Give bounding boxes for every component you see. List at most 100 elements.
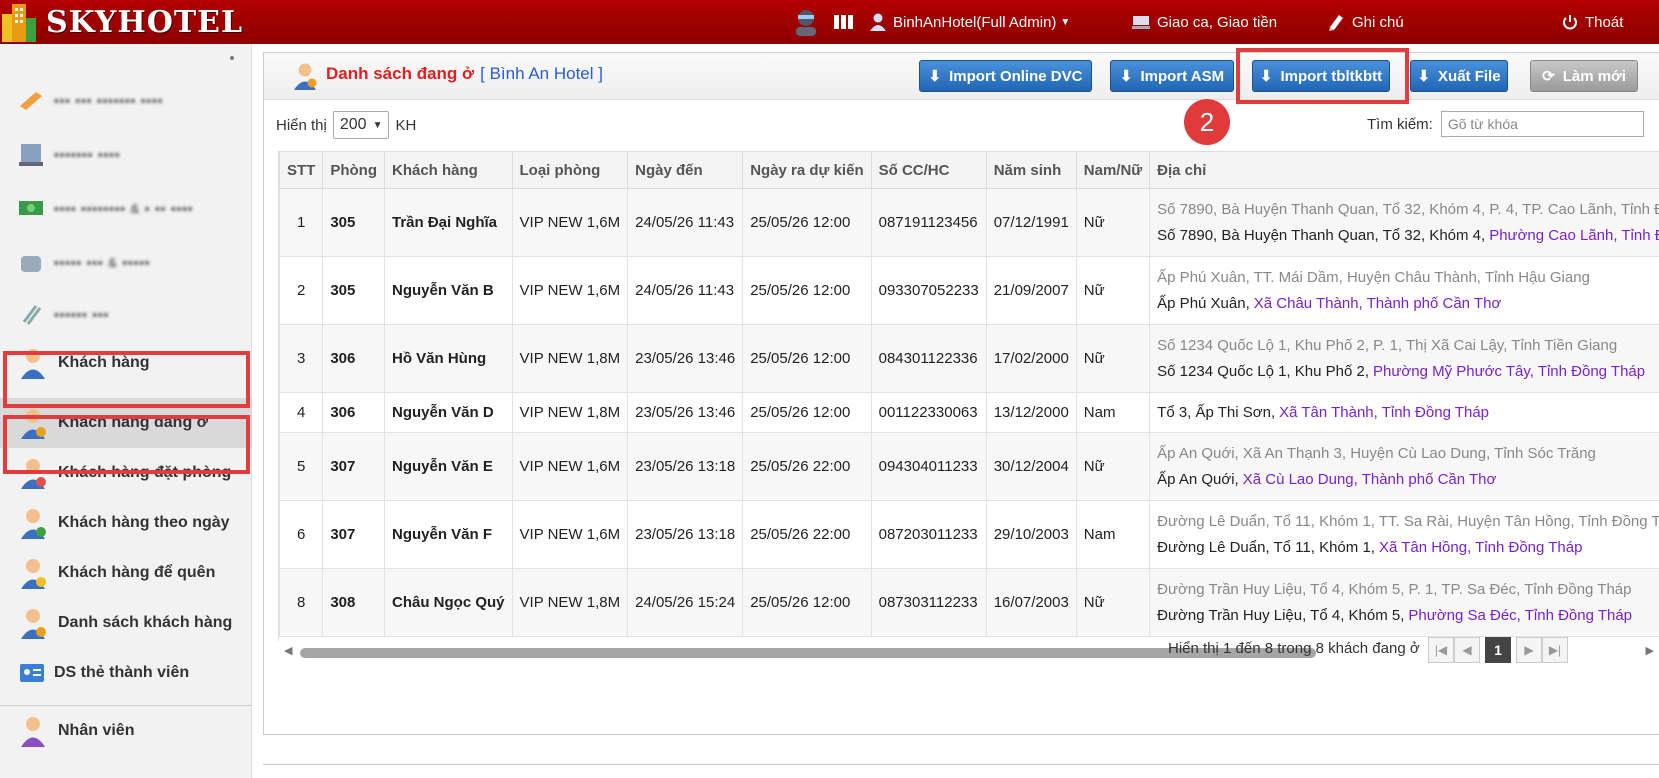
sidebar-item-current-guests[interactable]: Khách hàng đang ở xyxy=(0,398,251,448)
column-header[interactable]: Ngày đến xyxy=(627,151,744,189)
prev-page-icon[interactable]: ◀ xyxy=(1454,637,1480,663)
logout-link[interactable]: Thoát xyxy=(1562,0,1623,44)
export-file-button[interactable]: ⬇ Xuất File xyxy=(1410,60,1508,92)
row-number: 4 xyxy=(279,392,324,433)
refresh-icon: ⟳ xyxy=(1542,68,1555,85)
import-online-dvc-button[interactable]: ⬇ Import Online DVC xyxy=(919,60,1092,92)
departure-date-cell: 25/05/26 12:00 xyxy=(742,188,872,257)
sidebar-item-blurred-3[interactable]: ▪▪▪▪ ▪▪▪▪▪▪▪▪ & ▪ ▪▪ ▪▪▪▪ xyxy=(18,188,193,228)
notes-label: Ghi chú xyxy=(1352,13,1404,31)
table-row[interactable]: 1 305 Trần Đại Nghĩa VIP NEW 1,6M 24/05/26 1… xyxy=(279,188,1659,257)
table-header-row: STT Phòng Khách hàng Loại phòng Ngày đến… xyxy=(279,151,1659,189)
handover-link[interactable]: Giao ca, Giao tiền xyxy=(1132,0,1277,44)
gender-cell: Nữ xyxy=(1075,432,1151,501)
column-header[interactable]: Địa chỉ xyxy=(1149,151,1659,189)
sidebar-item-blurred-2[interactable]: ▪▪▪▪▪▪▪ ▪▪▪▪ xyxy=(18,134,120,174)
address-cell: Đường Trần Huy Liệu, Tổ 4, Khóm 5, P. 1,… xyxy=(1149,568,1659,637)
new-address-admin-unit: Phường Cao Lãnh, Tỉnh Đồng Tháp xyxy=(1489,226,1659,244)
search-input[interactable]: Gõ từ khóa xyxy=(1440,111,1644,137)
table-row[interactable]: 6 307 Nguyễn Văn F VIP NEW 1,6M 23/05/26 13:… xyxy=(279,500,1659,569)
sidebar-item-label: Nhân viên xyxy=(58,722,135,739)
user-menu[interactable]: BinhAnHotel(Full Admin) ▼ xyxy=(870,0,1070,44)
last-page-icon[interactable]: ▶| xyxy=(1542,637,1568,663)
column-header[interactable]: Phòng xyxy=(322,151,385,189)
sidebar-item-by-date[interactable]: Khách hàng theo ngày xyxy=(0,498,251,548)
sidebar-item-blurred-5[interactable]: ▪▪▪▪▪▪ ▪▪▪ xyxy=(18,294,109,334)
birth-date-cell: 13/12/2000 xyxy=(985,392,1077,433)
table-row[interactable]: 5 307 Nguyễn Văn E VIP NEW 1,6M 23/05/26 13:… xyxy=(279,432,1659,501)
sidebar-item-staff[interactable]: Nhân viên xyxy=(0,706,251,756)
table-row[interactable]: 8 308 Châu Ngọc Quý VIP NEW 1,8M 24/05/26 15… xyxy=(279,568,1659,637)
page-size-select[interactable]: 200 ▼ xyxy=(332,111,390,139)
room-cell: 305 xyxy=(322,256,385,325)
download-arrow-icon: ⬇ xyxy=(1119,68,1133,85)
sidebar-item-label: Khách hàng đang ở xyxy=(58,414,209,431)
row-number: 1 xyxy=(279,188,324,257)
id-number-cell: 093307052233 xyxy=(870,256,987,325)
sidebar-item-label: DS thẻ thành viên xyxy=(54,664,190,681)
guest-icon xyxy=(21,409,46,439)
row-number: 8 xyxy=(279,568,324,637)
new-address-street: Đường Trần Huy Liệu, Tổ 4, Khóm 5, xyxy=(1157,606,1405,624)
columns-icon[interactable] xyxy=(834,0,861,44)
table-row[interactable]: 4 306 Nguyễn Văn D VIP NEW 1,8M 23/05/26 13:… xyxy=(279,392,1659,433)
old-address: Số 1234 Quốc Lộ 1, Khu Phố 2, P. 1, Thị … xyxy=(1157,336,1618,354)
new-address-admin-unit: Phường Mỹ Phước Tây, Tỉnh Đồng Tháp xyxy=(1373,362,1646,380)
avatar[interactable] xyxy=(792,0,827,44)
column-header[interactable]: Khách hàng xyxy=(384,151,513,189)
column-header[interactable]: Năm sinh xyxy=(985,151,1077,189)
first-page-icon[interactable]: |◀ xyxy=(1428,637,1454,663)
new-address-street: Đường Lê Duẩn, Tổ 11, Khóm 1, xyxy=(1157,538,1375,556)
hotel-name: [ Bình An Hotel ] xyxy=(480,64,603,83)
arrival-date-cell: 23/05/26 13:18 xyxy=(627,500,744,569)
sidebar-item-customers[interactable]: Khách hàng xyxy=(0,338,251,388)
old-address: Đường Lê Duẩn, Tổ 11, Khóm 1, TT. Sa Rài… xyxy=(1157,512,1659,530)
table-row[interactable]: 2 305 Nguyễn Văn B VIP NEW 1,6M 24/05/26 11:… xyxy=(279,256,1659,325)
page-number-button[interactable]: 1 xyxy=(1485,637,1511,663)
sidebar-item-forgotten[interactable]: Khách hàng để quên xyxy=(0,548,251,598)
sidebar-item-bookings[interactable]: Khách hàng đặt phòng xyxy=(0,448,251,498)
logo[interactable]: SKYHOTEL xyxy=(0,0,243,44)
column-header[interactable]: Số CC/HC xyxy=(870,151,987,189)
guest-table-container[interactable]: STT Phòng Khách hàng Loại phòng Ngày đến… xyxy=(278,151,1659,641)
id-card-icon xyxy=(20,664,44,682)
search-control: Tìm kiếm: Gõ từ khóa xyxy=(1367,111,1644,137)
user-icon xyxy=(870,13,886,31)
sidebar-item-blurred-1[interactable]: ▪▪▪ ▪▪▪ ▪▪▪▪▪▪▪ ▪▪▪▪ xyxy=(18,80,163,120)
room-type-cell: VIP NEW 1,6M xyxy=(511,188,629,257)
refresh-button[interactable]: ⟳ Làm mới xyxy=(1530,60,1638,92)
logout-label: Thoát xyxy=(1585,13,1624,31)
next-page-icon[interactable]: ▶ xyxy=(1516,637,1542,663)
download-arrow-icon: ⬇ xyxy=(1259,68,1273,85)
page-size-control: Hiển thị 200 ▼ KH xyxy=(276,111,416,139)
sidebar-item-member-cards[interactable]: DS thẻ thành viên xyxy=(0,648,251,698)
departure-date-cell: 25/05/26 12:00 xyxy=(742,256,872,325)
room-type-cell: VIP NEW 1,8M xyxy=(511,392,629,433)
sidebar-item-customer-list[interactable]: Danh sách khách hàng xyxy=(0,598,251,648)
scroll-thumb[interactable] xyxy=(300,648,1316,658)
scroll-right-icon[interactable]: ▶ xyxy=(1646,644,1654,657)
table-row[interactable]: 3 306 Hồ Văn Hùng VIP NEW 1,8M 23/05/26 13:4… xyxy=(279,324,1659,393)
room-cell: 307 xyxy=(322,500,385,569)
import-asm-button[interactable]: ⬇ Import ASM xyxy=(1110,60,1234,92)
new-address: Số 7890, Bà Huyện Thanh Quan, Tổ 32, Khó… xyxy=(1157,223,1659,249)
logo-text: SKYHOTEL xyxy=(46,4,244,40)
departure-date-cell: 25/05/26 22:00 xyxy=(742,500,872,569)
notes-link[interactable]: Ghi chú xyxy=(1327,0,1404,44)
sidebar-item-blurred-4[interactable]: ▪▪▪▪▪ ▪▪▪ & ▪▪▪▪▪ xyxy=(18,242,150,282)
scroll-left-icon[interactable]: ◀ xyxy=(284,644,292,657)
column-header[interactable]: Loại phòng xyxy=(511,151,629,189)
column-header[interactable]: Ngày ra dự kiến xyxy=(742,151,872,189)
address-cell: Tổ 3, Ấp Thi Sơn, Xã Tân Thành, Tỉnh Đồng… xyxy=(1149,392,1659,433)
sidebar-item-label: Khách hàng xyxy=(58,354,150,371)
column-header[interactable]: STT xyxy=(279,151,324,189)
id-number-cell: 087203011233 xyxy=(870,500,987,569)
id-number-cell: 087303112233 xyxy=(870,568,987,637)
new-address-street: Ấp Phú Xuân, xyxy=(1157,294,1250,312)
birth-date-cell: 16/07/2003 xyxy=(985,568,1077,637)
new-address: Tổ 3, Ấp Thi Sơn, Xã Tân Thành, Tỉnh Đồng… xyxy=(1157,400,1659,426)
new-address-admin-unit: Xã Tân Hồng, Tỉnh Đồng Tháp xyxy=(1378,538,1583,556)
import-tbltkbtt-button[interactable]: ⬇ Import tbltkbtt xyxy=(1252,60,1390,92)
sidebar-collapse-dot[interactable] xyxy=(230,56,234,60)
column-header[interactable]: Nam/Nữ xyxy=(1075,151,1151,189)
